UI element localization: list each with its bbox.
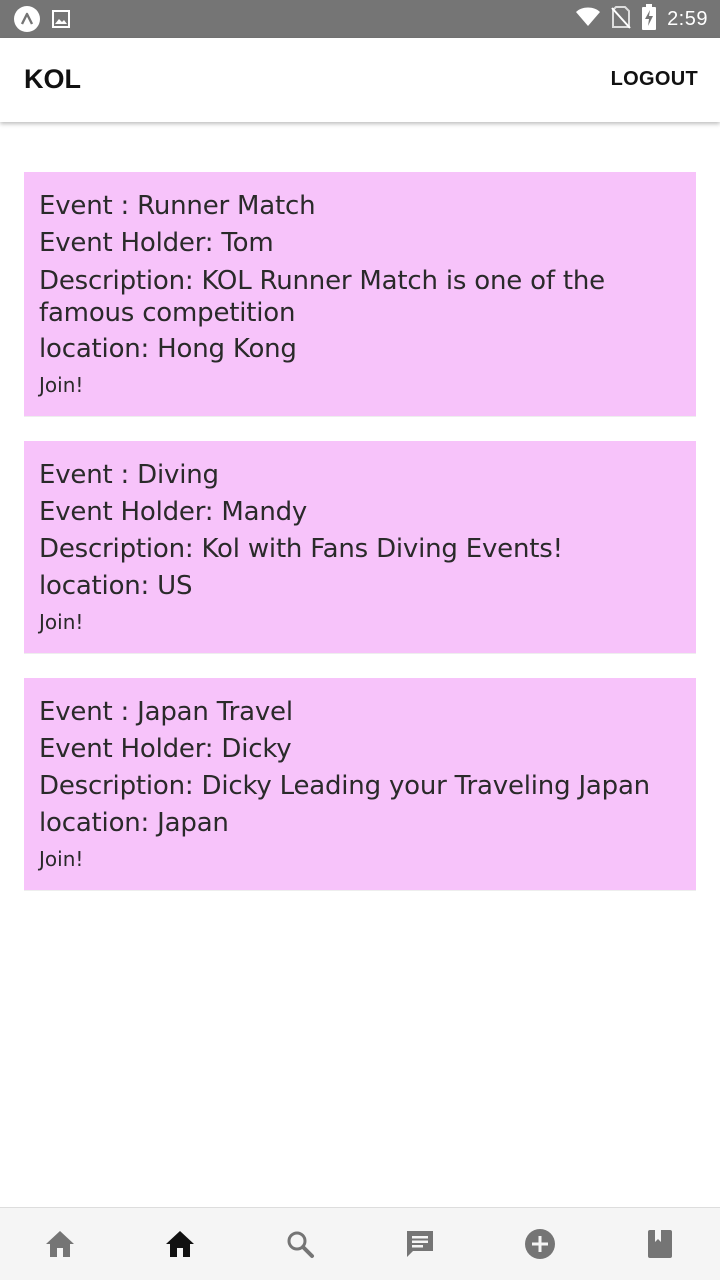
- app-launcher-icon: [14, 6, 40, 32]
- nav-home-button[interactable]: [0, 1208, 120, 1280]
- no-sim-icon: [611, 5, 631, 34]
- search-icon: [287, 1231, 314, 1258]
- bottom-navigation: [0, 1207, 720, 1280]
- event-description: Description: KOL Runner Match is one of …: [39, 266, 605, 328]
- nav-book-button[interactable]: [600, 1208, 720, 1280]
- home-icon: [46, 1231, 74, 1257]
- home-icon: [166, 1231, 194, 1257]
- chat-icon: [407, 1231, 433, 1257]
- app-bar: KOL LOGOUT: [0, 38, 720, 122]
- join-button[interactable]: Join!: [39, 370, 83, 400]
- event-location: location: Japan: [39, 808, 229, 838]
- logout-button[interactable]: LOGOUT: [611, 68, 698, 91]
- event-card: Event : Runner Match Event Holder: Tom D…: [24, 172, 696, 417]
- event-card: Event : Japan Travel Event Holder: Dicky…: [24, 678, 696, 891]
- event-holder: Event Holder: Mandy: [39, 497, 308, 527]
- event-card: Event : Diving Event Holder: Mandy Descr…: [24, 441, 696, 654]
- status-bar: 2:59: [0, 0, 720, 38]
- nav-search-button[interactable]: [240, 1208, 360, 1280]
- join-button[interactable]: Join!: [39, 844, 83, 874]
- event-description: Description: Dicky Leading your Travelin…: [39, 771, 650, 801]
- nav-add-button[interactable]: [480, 1208, 600, 1280]
- event-name: Event : Runner Match: [39, 191, 316, 221]
- nav-chat-button[interactable]: [360, 1208, 480, 1280]
- event-name: Event : Diving: [39, 460, 219, 490]
- add-circle-icon: [525, 1229, 555, 1259]
- event-location: location: US: [39, 571, 193, 601]
- battery-charging-icon: [641, 3, 657, 35]
- event-location: location: Hong Kong: [39, 334, 297, 364]
- event-holder: Event Holder: Dicky: [39, 734, 292, 764]
- wifi-icon: [575, 6, 601, 33]
- event-name: Event : Japan Travel: [39, 697, 293, 727]
- event-description: Description: Kol with Fans Diving Events…: [39, 534, 563, 564]
- status-time: 2:59: [667, 7, 708, 30]
- app-title: KOL: [24, 64, 81, 94]
- join-button[interactable]: Join!: [39, 607, 83, 637]
- nav-home-active-button[interactable]: [120, 1208, 240, 1280]
- gallery-icon: [50, 8, 72, 30]
- event-holder: Event Holder: Tom: [39, 228, 274, 258]
- book-icon: [648, 1230, 672, 1258]
- event-list: Event : Runner Match Event Holder: Tom D…: [24, 172, 696, 915]
